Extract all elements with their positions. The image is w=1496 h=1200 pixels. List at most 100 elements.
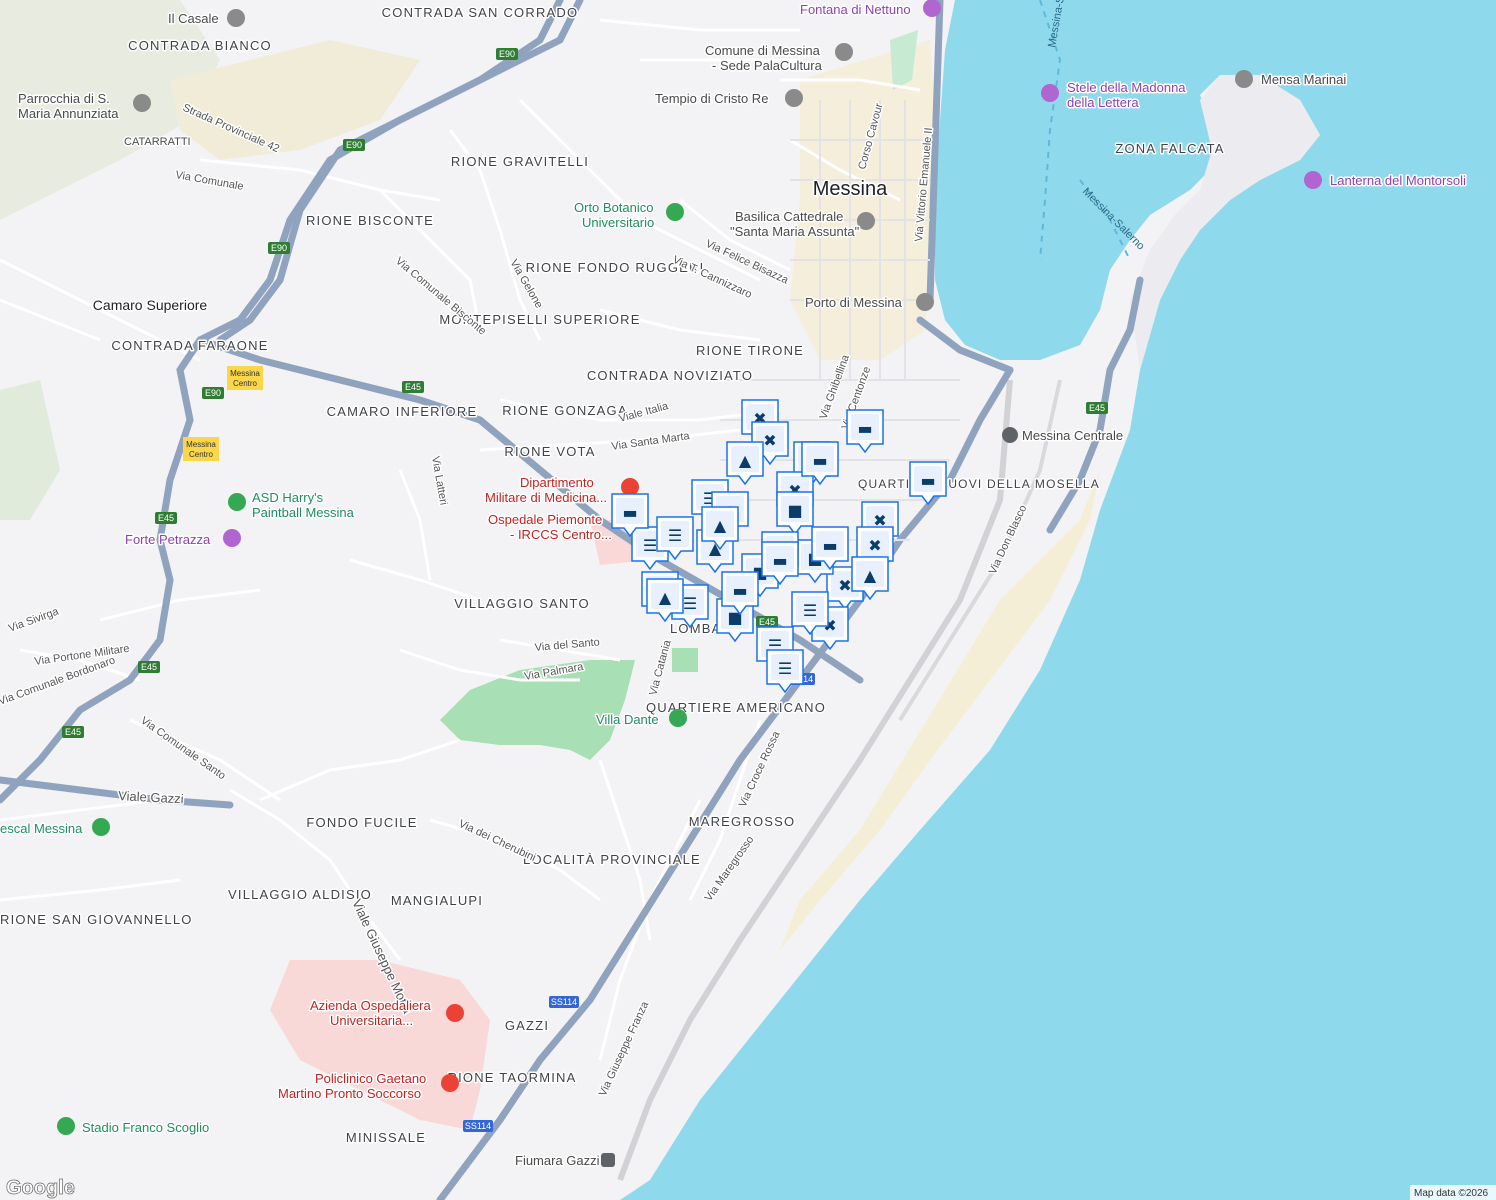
poi-label: Policlinico Gaetano: [315, 1071, 426, 1086]
poi-label: Il Casale: [168, 11, 219, 26]
poi-label: Tempio di Cristo Re: [655, 91, 768, 106]
poi-label: Comune di Messina: [705, 43, 821, 58]
shopping-cart-icon: ☰: [643, 536, 657, 555]
school-icon: ▲: [739, 451, 752, 470]
map-canvas[interactable]: CONTRADA SAN CORRADO CONTRADA BIANCO RIO…: [0, 0, 1496, 1200]
area-label: RIONE TAORMINA: [448, 1070, 577, 1085]
area-label: CONTRADA SAN CORRADO: [382, 5, 579, 20]
poi-label: Messina Centrale: [1022, 428, 1123, 443]
svg-text:SS114: SS114: [551, 997, 577, 1007]
area-label: QUARTIERI NUOVI DELLA MOSELLA: [858, 477, 1100, 491]
area-label: MINISSALE: [346, 1130, 426, 1145]
area-label: ZONA FALCATA: [1115, 141, 1224, 156]
area-label: CONTRADA NOVIZIATO: [587, 368, 753, 383]
tree-icon: Villa Dante: [595, 709, 687, 729]
poi-label: Militare di Medicina...: [485, 490, 607, 505]
svg-text:E90: E90: [205, 388, 221, 398]
poi-label: Stele della Madonna: [1067, 80, 1186, 95]
route-shield: E90: [202, 387, 224, 399]
area-label: RIONE BISCONTE: [306, 213, 434, 228]
svg-text:E90: E90: [271, 243, 287, 253]
attribution: Map data ©2026: [1414, 1188, 1489, 1199]
area-label: LOMBA: [670, 621, 722, 636]
poi-label: ASD Harry's: [252, 490, 324, 505]
shopping-cart-icon: ☰: [803, 601, 817, 620]
poi-label: - IRCCS Centro...: [510, 527, 612, 542]
cafe-icon: ▬: [857, 419, 872, 438]
area-label: CAMARO INFERIORE: [327, 404, 478, 419]
poi-label: Villa Dante: [596, 712, 659, 727]
park: [672, 648, 698, 672]
area-label: FONDO FUCILE: [306, 815, 417, 830]
area-label: MAREGROSSO: [689, 814, 796, 829]
area-label: CONTRADA FARAONE: [111, 338, 268, 353]
svg-text:Messina: Messina: [186, 440, 216, 449]
place-label: Camaro Superiore: [93, 297, 208, 313]
route-shield: E45: [155, 512, 177, 524]
area-label: MANGIALUPI: [391, 893, 483, 908]
school-icon: ▲: [714, 516, 727, 535]
poi-label: della Lettera: [1067, 95, 1139, 110]
poi-label: Azienda Ospedaliera: [310, 998, 431, 1013]
poi-label: - Sede PalaCultura: [712, 58, 823, 73]
svg-text:E90: E90: [499, 49, 515, 59]
poi-label: Ospedale Piemonte: [488, 512, 602, 527]
area-label: CATARRATTI: [124, 136, 191, 148]
route-shield: E45: [402, 381, 424, 393]
cafe-icon: ▬: [812, 451, 827, 470]
route-shield: E90: [268, 242, 290, 254]
route-shield: E90: [343, 139, 365, 151]
cafe-icon: ▬: [772, 551, 787, 570]
shopping-cart-icon: ☰: [683, 594, 697, 613]
area-label: RIONE SAN GIOVANNELLO: [0, 912, 193, 927]
route-shield: E90: [496, 48, 518, 60]
cafe-icon: ▬: [622, 503, 637, 522]
route-shield: SS114: [463, 1120, 493, 1132]
toll-label: MessinaCentro: [227, 366, 263, 390]
route-shield: E45: [756, 616, 778, 628]
poi-label: Porto di Messina: [805, 295, 903, 310]
poi-label: Martino Pronto Soccorso: [278, 1086, 421, 1101]
poi-label: Mensa Marinai: [1261, 72, 1346, 87]
poi-label: Orto Botanico: [574, 200, 654, 215]
toll-label: MessinaCentro: [183, 437, 219, 461]
poi-label: Maria Annunziata: [18, 106, 119, 121]
svg-text:E45: E45: [759, 617, 775, 627]
school-icon: ▲: [864, 566, 877, 585]
route-shield: E45: [138, 661, 160, 673]
area-label: RIONE GRAVITELLI: [451, 154, 589, 169]
poi-label: Dipartimento: [520, 475, 594, 490]
poi-label: "Santa Maria Assunta": [730, 224, 860, 239]
poi-label: Lanterna del Montorsoli: [1330, 173, 1466, 188]
cafe-icon: ▬: [920, 471, 935, 490]
poi-label: Basilica Cattedrale: [735, 209, 843, 224]
area-label: CONTRADA BIANCO: [128, 38, 272, 53]
museum-icon: Il Casale: [167, 9, 245, 28]
poi-label: Stadio Franco Scoglio: [82, 1120, 209, 1135]
poi-label: Fiumara Gazzi: [515, 1153, 600, 1168]
svg-text:E90: E90: [346, 140, 362, 150]
svg-text:E45: E45: [141, 662, 157, 672]
poi-label: Fontana di Nettuno: [800, 2, 911, 17]
svg-text:SS114: SS114: [465, 1121, 491, 1131]
poi-label: Universitario: [582, 215, 654, 230]
svg-text:Messina: Messina: [230, 369, 260, 378]
route-shield: E45: [1086, 402, 1108, 414]
area-label: RIONE GONZAGA: [502, 403, 627, 418]
restaurant-icon: ✖: [763, 431, 776, 450]
svg-text:Centro: Centro: [189, 450, 214, 459]
route-shield: SS114: [549, 996, 579, 1008]
area-label: LOCALITÀ PROVINCIALE: [523, 852, 701, 867]
svg-text:E45: E45: [158, 513, 174, 523]
svg-text:Centro: Centro: [233, 379, 258, 388]
svg-text:E45: E45: [405, 382, 421, 392]
poi-label: Paintball Messina: [252, 505, 355, 520]
google-logo: Google: [6, 1177, 75, 1199]
poi-label: Forte Petrazza: [125, 532, 211, 547]
shopping-cart-icon: ☰: [668, 526, 682, 545]
cafe-icon: ▬: [822, 536, 837, 555]
restaurant-icon: ✖: [868, 536, 881, 555]
school-icon: ▲: [659, 588, 672, 607]
poi-label: escal Messina: [0, 821, 83, 836]
area-label: VILLAGGIO SANTO: [454, 596, 590, 611]
